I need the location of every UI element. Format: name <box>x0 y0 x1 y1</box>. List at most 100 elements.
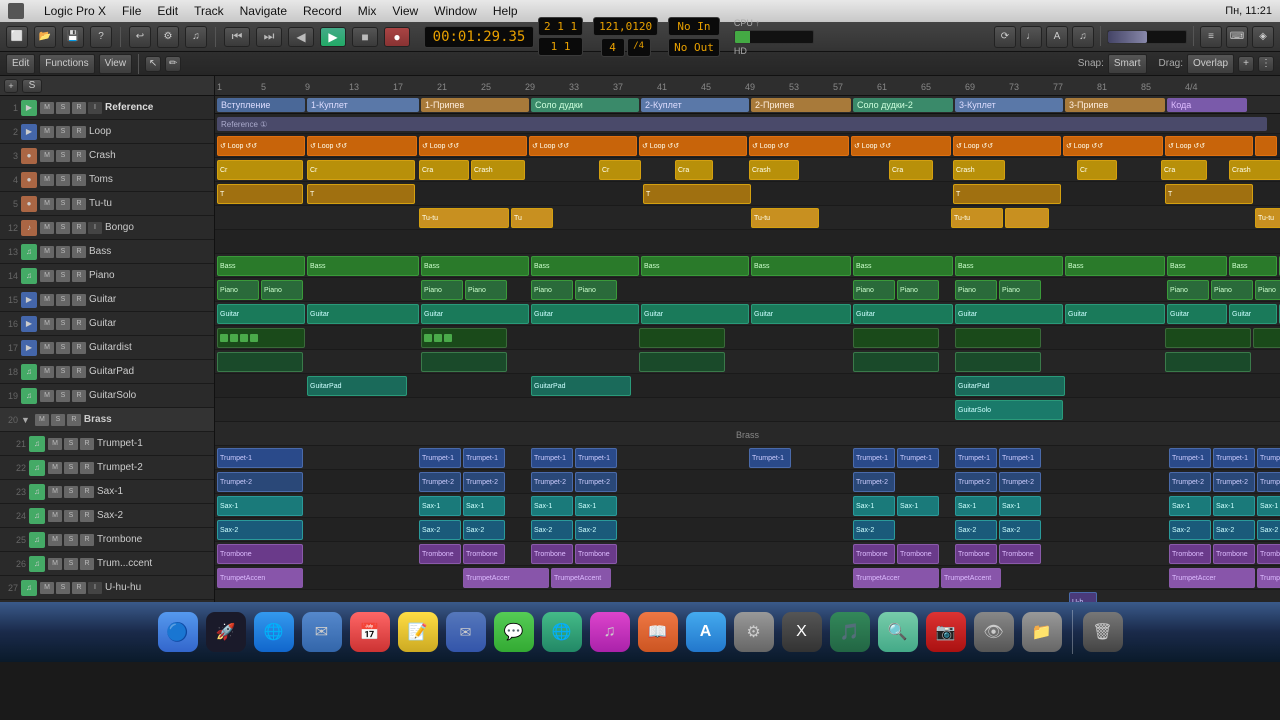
solo-btn-4[interactable]: S <box>56 174 70 186</box>
mute-btn-12[interactable]: M <box>40 222 54 234</box>
clip-sax1-9[interactable]: Sax-1 <box>999 496 1041 516</box>
dock-finder[interactable]: 🔵 <box>156 610 200 654</box>
prev-btn[interactable]: ◀ <box>288 27 314 47</box>
snap-value-btn[interactable]: Smart <box>1108 54 1147 74</box>
rec-btn-26[interactable]: R <box>80 558 94 570</box>
lane-uhuhu[interactable]: U-h <box>215 590 1280 602</box>
clip-bass-11[interactable]: Bass <box>1229 256 1277 276</box>
clip-bass-4[interactable]: Bass <box>531 256 639 276</box>
rec-btn-25[interactable]: R <box>80 534 94 546</box>
clip-tutu-1[interactable]: Tu-tu <box>419 208 509 228</box>
clip-sax2-9[interactable]: Sax-2 <box>1169 520 1211 540</box>
solo-btn-27[interactable]: S <box>56 582 70 594</box>
clip-crash-6[interactable]: Cra <box>675 160 713 180</box>
rec-btn-22[interactable]: R <box>80 462 94 474</box>
clip-trombone-7[interactable]: Trombone <box>897 544 939 564</box>
clip-tp1-6[interactable]: Trumpet-1 <box>749 448 791 468</box>
play-btn[interactable]: ▶ <box>320 27 346 47</box>
dock-spectacle[interactable]: 🎵 <box>828 610 872 654</box>
clip-sax2-10[interactable]: Sax-2 <box>1213 520 1255 540</box>
clip-crash-8[interactable]: Cra <box>889 160 933 180</box>
lane-guitar-16[interactable] <box>215 326 1280 350</box>
solo-btn-19[interactable]: S <box>56 390 70 402</box>
piano-btn[interactable]: ⌨ <box>1226 26 1248 48</box>
rec-btn-12[interactable]: R <box>72 222 86 234</box>
clip-trombone-11[interactable]: Trombone <box>1213 544 1255 564</box>
rec-btn-4[interactable]: R <box>72 174 86 186</box>
clip-tp2-6[interactable]: Trumpet-2 <box>853 472 895 492</box>
clip-loop-11[interactable] <box>1255 136 1277 156</box>
clip-piano-6[interactable]: Piano <box>575 280 617 300</box>
clip-guitardist-5[interactable] <box>955 352 1041 372</box>
tool1-btn[interactable]: ↖ <box>145 56 161 72</box>
clip-guitarpad-1[interactable]: GuitarPad <box>307 376 407 396</box>
lane-trumpetaccent[interactable]: TrumpetAccen TrumpetAccer TrumpetAccent … <box>215 566 1280 590</box>
clip-trombone-5[interactable]: Trombone <box>575 544 617 564</box>
clip-ta-1[interactable]: TrumpetAccen <box>217 568 303 588</box>
clip-guitarsolo-1[interactable]: GuitarSolo <box>955 400 1063 420</box>
solo-btn-22[interactable]: S <box>64 462 78 474</box>
record-btn[interactable]: ● <box>384 27 410 47</box>
solo-btn-2[interactable]: S <box>56 126 70 138</box>
score-btn[interactable]: ♫ <box>1072 26 1094 48</box>
menu-edit[interactable]: Edit <box>157 4 178 18</box>
lane-crash[interactable]: Cr Cr Cra Crash Cr Cra Crash Cra Crash C… <box>215 158 1280 182</box>
clip-crash-4[interactable]: Crash <box>471 160 525 180</box>
clip-piano-3[interactable]: Piano <box>421 280 463 300</box>
clip-bass-8[interactable]: Bass <box>955 256 1063 276</box>
settings-btn[interactable]: ⚙ <box>157 26 179 48</box>
clip-bass-6[interactable]: Bass <box>751 256 851 276</box>
clip-tp1-13[interactable]: Trumpet-1 <box>1257 448 1280 468</box>
solo-btn-26[interactable]: S <box>64 558 78 570</box>
clip-tp2-3[interactable]: Trumpet-2 <box>463 472 505 492</box>
rec-btn-15[interactable]: R <box>72 294 86 306</box>
clip-bass-10[interactable]: Bass <box>1167 256 1227 276</box>
clip-uhuhu-1[interactable]: U-h <box>1069 592 1097 602</box>
lane-sax2[interactable]: Sax-2 Sax-2 Sax-2 Sax-2 Sax-2 Sax-2 Sax-… <box>215 518 1280 542</box>
clip-sax2-1[interactable]: Sax-2 <box>217 520 303 540</box>
mute-btn-4[interactable]: M <box>40 174 54 186</box>
clip-tp2-7[interactable]: Trumpet-2 <box>955 472 997 492</box>
menu-help[interactable]: Help <box>493 4 518 18</box>
clip-crash-5[interactable]: Cr <box>599 160 641 180</box>
lane-piano[interactable]: Piano Piano Piano Piano Piano Piano Pian… <box>215 278 1280 302</box>
mute-btn-22[interactable]: M <box>48 462 62 474</box>
lane-guitar-15[interactable]: Guitar Guitar Guitar Guitar Guitar Guita… <box>215 302 1280 326</box>
mute-btn-17[interactable]: M <box>40 342 54 354</box>
mute-btn-3[interactable]: M <box>40 150 54 162</box>
clip-loop-1[interactable]: ↺ Loop ↺↺ <box>217 136 305 156</box>
clip-sax1-11[interactable]: Sax-1 <box>1213 496 1255 516</box>
clip-crash-1[interactable]: Cr <box>217 160 303 180</box>
lane-toms[interactable]: T T T T T <box>215 182 1280 206</box>
solo-btn-25[interactable]: S <box>64 534 78 546</box>
clip-guitar16-2[interactable] <box>421 328 507 348</box>
menu-record[interactable]: Record <box>303 4 342 18</box>
rec-btn-13[interactable]: R <box>72 246 86 258</box>
clip-tp2-1[interactable]: Trumpet-2 <box>217 472 303 492</box>
menu-app[interactable]: Logic Pro X <box>44 4 106 18</box>
mute-btn-18[interactable]: M <box>40 366 54 378</box>
mute-btn-21[interactable]: M <box>48 438 62 450</box>
metronome-btn[interactable]: ♩ <box>1020 26 1042 48</box>
sync-btn[interactable]: ⟳ <box>994 26 1016 48</box>
menu-navigate[interactable]: Navigate <box>240 4 287 18</box>
clip-crash-9[interactable]: Crash <box>953 160 1005 180</box>
dock-launchpad[interactable]: 🚀 <box>204 610 248 654</box>
mute-btn-26[interactable]: M <box>48 558 62 570</box>
clip-sax1-7[interactable]: Sax-1 <box>897 496 939 516</box>
rec-btn-14[interactable]: R <box>72 270 86 282</box>
clip-guitar15-7[interactable]: Guitar <box>853 304 953 324</box>
clip-crash-11[interactable]: Cra <box>1161 160 1207 180</box>
mute-btn-15[interactable]: M <box>40 294 54 306</box>
clip-ta-7[interactable]: TrumpetAccent <box>1257 568 1280 588</box>
mute-btn-23[interactable]: M <box>48 486 62 498</box>
save-btn[interactable]: 💾 <box>62 26 84 48</box>
clip-loop-8[interactable]: ↺ Loop ↺↺ <box>953 136 1061 156</box>
clip-guitar15-11[interactable]: Guitar <box>1229 304 1277 324</box>
timeline-ruler[interactable]: 1 5 9 13 17 21 25 29 33 37 41 45 49 53 5… <box>215 76 1280 96</box>
clip-trombone-9[interactable]: Trombone <box>999 544 1041 564</box>
clip-tp2-11[interactable]: Trumpet-2 <box>1257 472 1280 492</box>
rec-btn-16[interactable]: R <box>72 318 86 330</box>
solo-btn-12[interactable]: S <box>56 222 70 234</box>
solo-btn-17[interactable]: S <box>56 342 70 354</box>
